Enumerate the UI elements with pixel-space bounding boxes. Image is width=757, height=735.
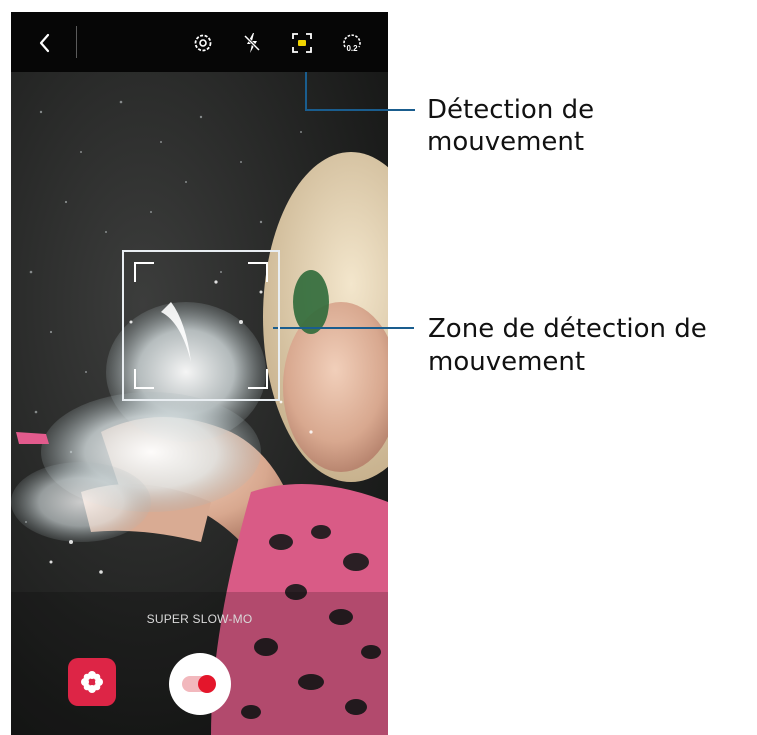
zone-corner-bottom-right [248, 369, 268, 389]
record-button[interactable] [169, 653, 231, 715]
flash-off-icon[interactable] [239, 30, 265, 56]
preview-photo [11, 72, 388, 735]
camera-screen: 0.2 SUPER SLOW-MO [11, 12, 388, 735]
zone-corner-top-left [134, 262, 154, 282]
settings-icon[interactable] [190, 30, 216, 56]
timer-icon[interactable]: 0.2 [339, 30, 365, 56]
zone-corner-top-right [248, 262, 268, 282]
flower-icon [81, 671, 103, 693]
zone-corner-bottom-left [134, 369, 154, 389]
callout-line-motion-vertical [305, 71, 307, 111]
back-icon[interactable] [32, 30, 58, 56]
camera-top-bar: 0.2 [11, 12, 388, 72]
callout-zone-line1: Zone de détection de [428, 314, 707, 344]
mode-label: SUPER SLOW-MO [146, 612, 253, 626]
timer-badge: 0.2 [346, 44, 358, 53]
effects-button[interactable] [68, 658, 116, 706]
record-toggle-icon [182, 675, 216, 693]
callout-zone-line2: mouvement [428, 347, 586, 377]
top-bar-divider [76, 26, 77, 58]
callout-motion-detection: Détection de mouvement [427, 95, 595, 157]
motion-detection-icon[interactable] [289, 30, 315, 56]
motion-detection-zone[interactable] [122, 250, 280, 401]
callout-line-zone [273, 327, 414, 329]
callout-line-motion-horizontal [305, 109, 415, 111]
camera-preview[interactable] [11, 72, 388, 735]
